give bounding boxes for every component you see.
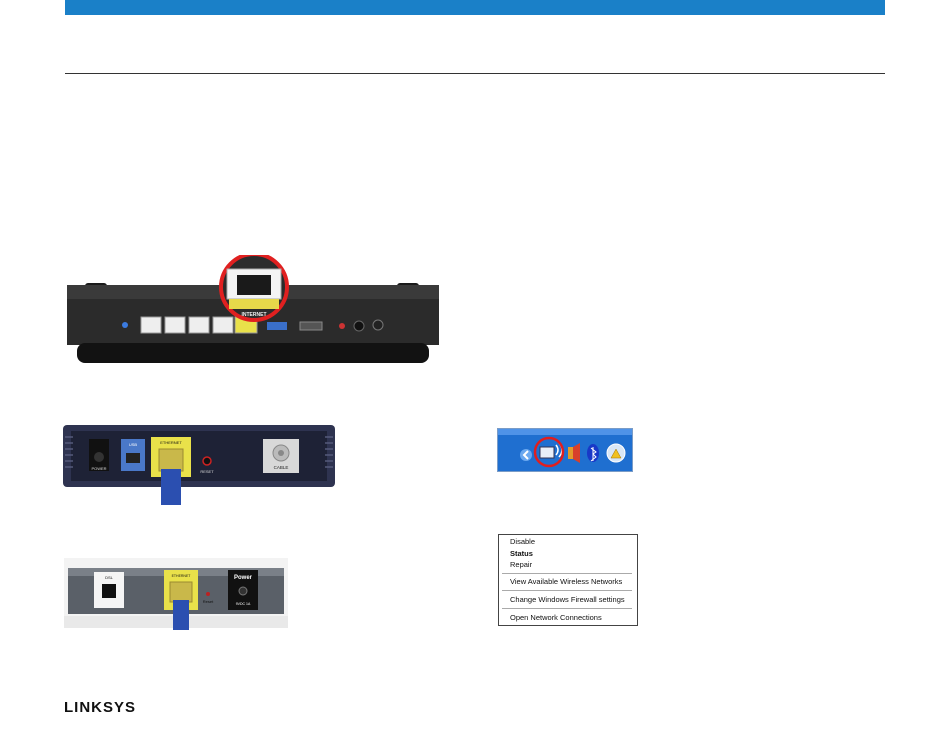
cable-modem-usb-label: USB: [129, 442, 138, 447]
menu-item-firewall-settings[interactable]: Change Windows Firewall settings: [510, 595, 625, 604]
bluetooth-icon[interactable]: [587, 444, 599, 462]
cable-modem-cable-label: CABLE: [274, 465, 289, 470]
security-alert-icon[interactable]: [606, 443, 626, 463]
tray-expand-icon[interactable]: [520, 449, 532, 461]
top-accent-bar: [65, 0, 885, 15]
menu-item-disable[interactable]: Disable: [510, 537, 535, 546]
header-rule: [65, 73, 885, 74]
cable-modem-image: POWER USB ETHERNET RESET CABLE: [63, 425, 335, 505]
menu-item-open-connections[interactable]: Open Network Connections: [510, 613, 602, 622]
dsl-modem-dsl-label: DSL: [105, 575, 114, 580]
router-internet-label: INTERNET: [242, 312, 267, 318]
dsl-modem-image: DSL ETHERNET Reset Power 9VDC 1A: [64, 558, 288, 630]
dsl-modem-reset-label: Reset: [203, 599, 214, 604]
menu-separator: [502, 590, 632, 591]
menu-separator: [502, 608, 632, 609]
dsl-modem-power-label: Power: [234, 575, 253, 581]
cable-modem-reset-label: RESET: [200, 469, 214, 474]
menu-item-repair[interactable]: Repair: [510, 560, 532, 569]
menu-item-view-wireless[interactable]: View Available Wireless Networks: [510, 577, 622, 586]
linksys-logo: LINKSYS: [64, 699, 137, 716]
cable-modem-power-label: POWER: [91, 466, 106, 471]
cable-modem-ethernet-label: ETHERNET: [160, 440, 182, 445]
menu-item-status[interactable]: Status: [510, 549, 533, 558]
router-back-panel-image: INTERNET: [67, 255, 439, 363]
system-tray: [497, 428, 633, 472]
menu-separator: [502, 573, 632, 574]
network-context-menu: Disable Status Repair View Available Wir…: [498, 534, 638, 626]
dsl-modem-power-spec: 9VDC 1A: [236, 602, 251, 606]
dsl-modem-ethernet-label: ETHERNET: [172, 574, 192, 578]
